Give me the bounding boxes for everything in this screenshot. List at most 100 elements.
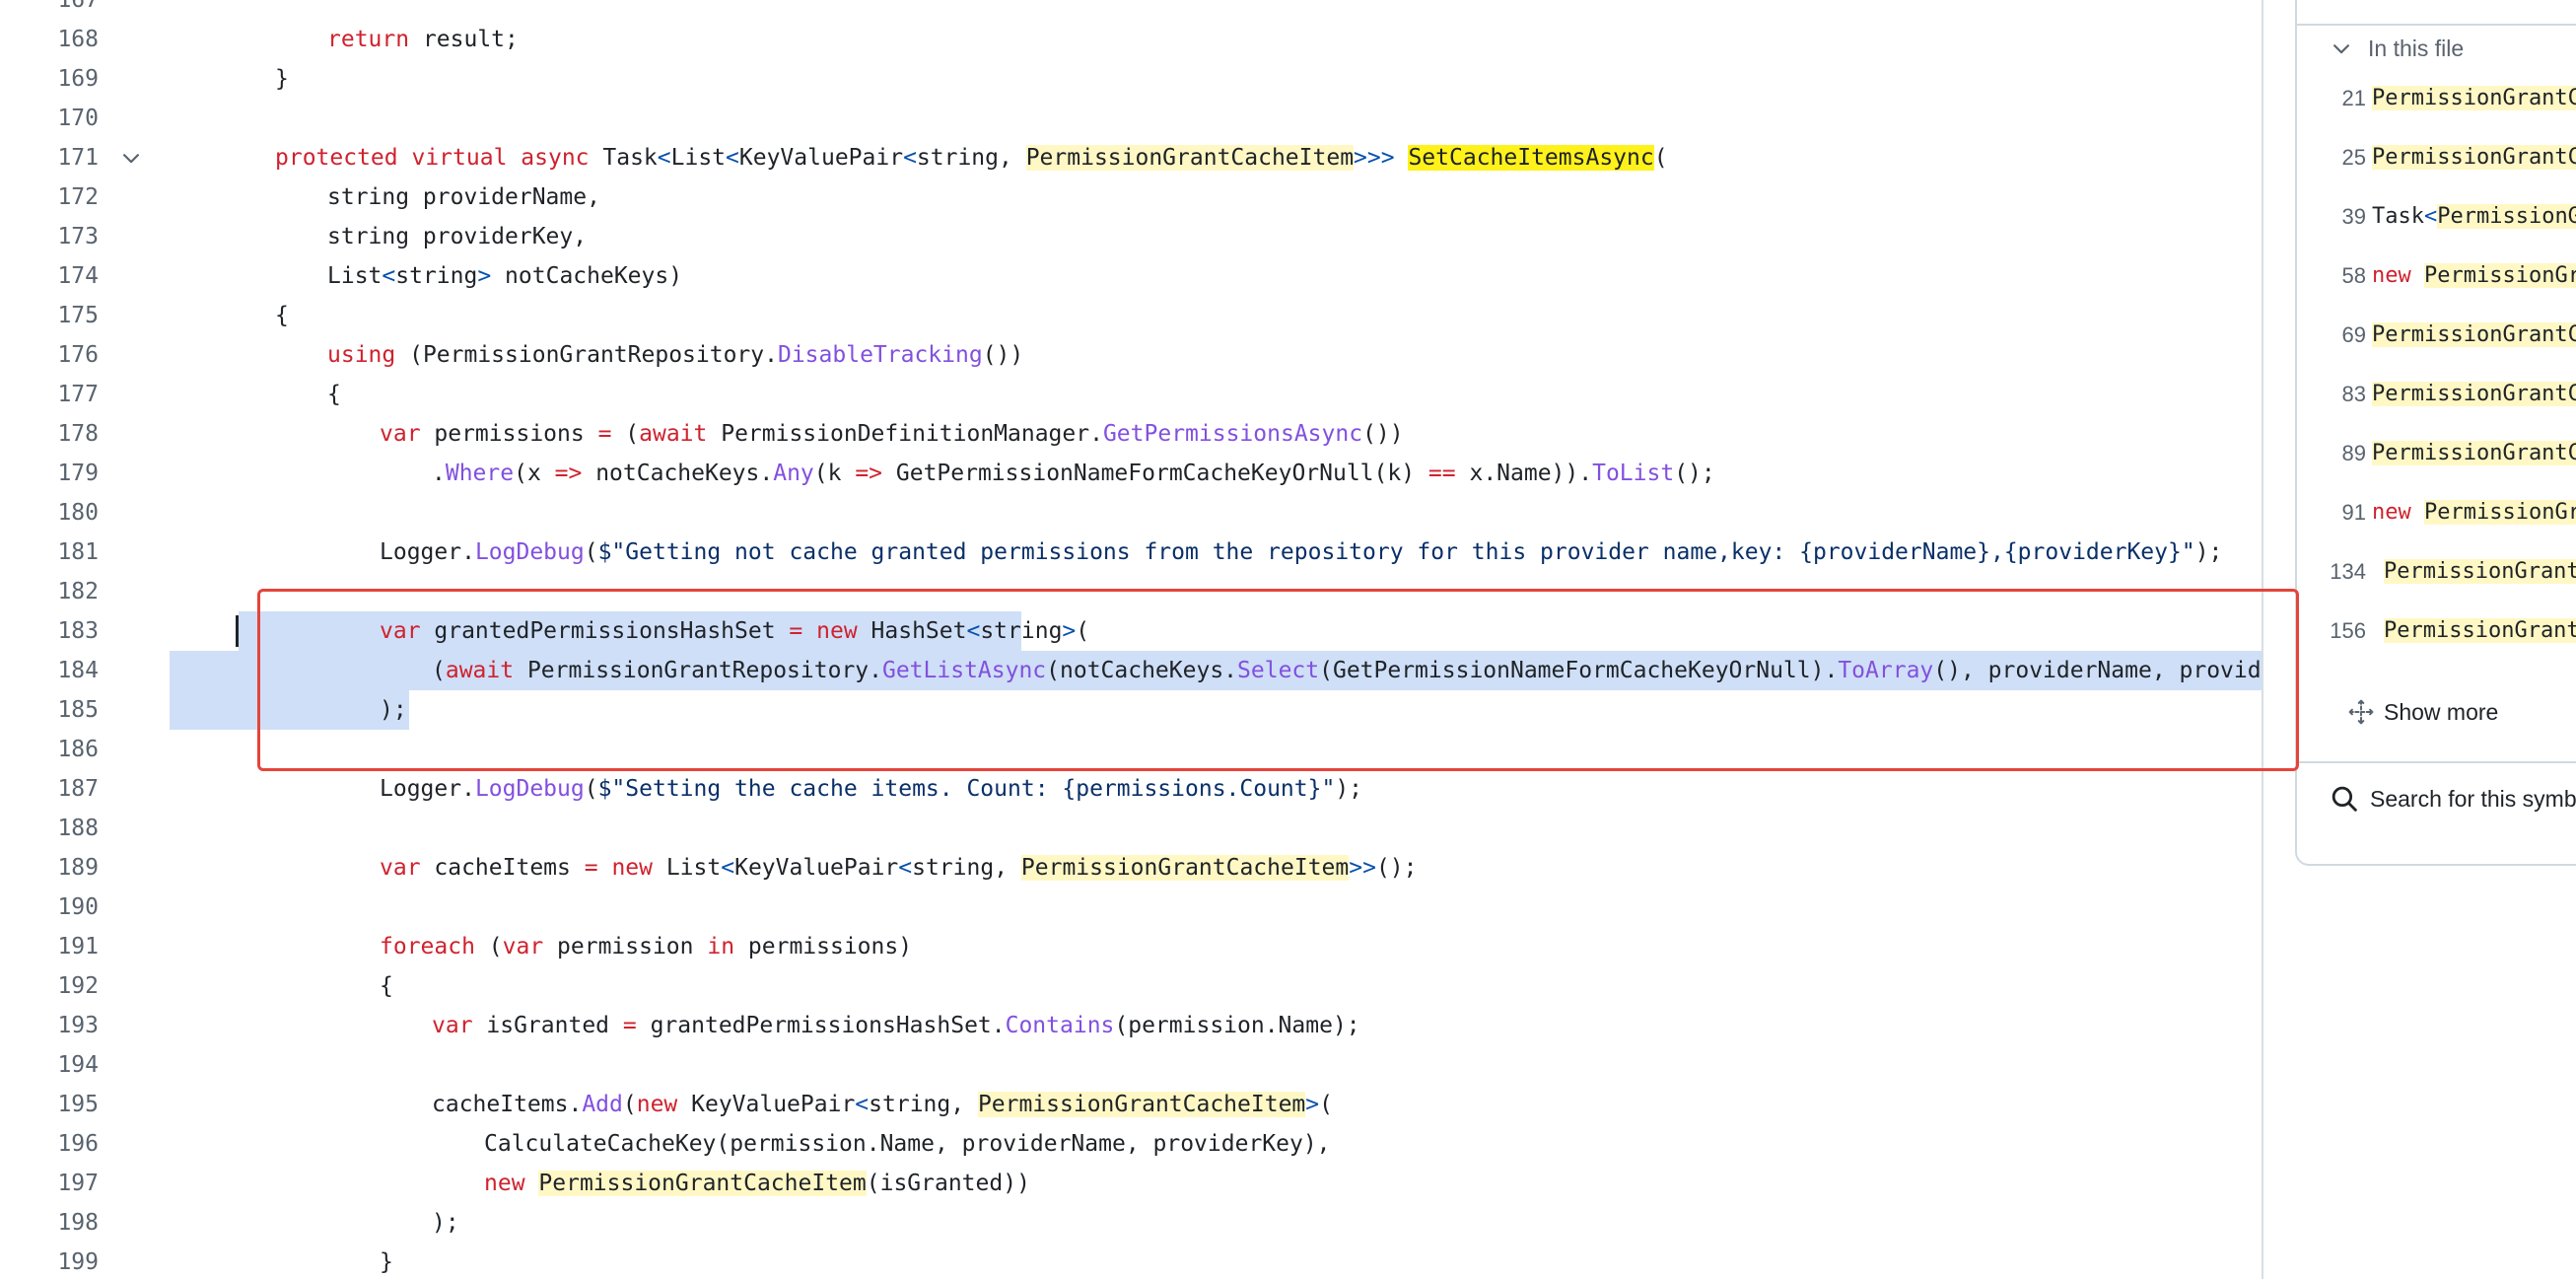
- chevron-down-icon[interactable]: [2331, 37, 2352, 59]
- code-line: 169}: [0, 59, 2263, 99]
- symbol-list-item[interactable]: 156 PermissionGrant: [2297, 611, 2576, 651]
- code-line: 180: [0, 493, 2263, 533]
- line-number[interactable]: 171: [0, 138, 99, 178]
- line-number[interactable]: 176: [0, 335, 99, 375]
- code-token: string providerKey,: [327, 224, 588, 249]
- symbol-code: new PermissionGr: [2372, 256, 2576, 296]
- code-token: isGranted: [472, 1013, 623, 1038]
- code-token: SetCacheItemsAsync: [1408, 145, 1654, 171]
- code-line: 196 CalculateCacheKey(permission.Name, pr…: [0, 1124, 2263, 1164]
- line-number[interactable]: 184: [0, 651, 99, 690]
- code-line: 194: [0, 1045, 2263, 1085]
- symbol-line-number: 69: [2341, 322, 2366, 347]
- line-number[interactable]: 173: [0, 217, 99, 256]
- code-token: List: [670, 145, 727, 171]
- symbol-list-item[interactable]: 25 PermissionGrantC: [2297, 138, 2576, 178]
- line-number[interactable]: 170: [0, 99, 99, 138]
- line-number[interactable]: 191: [0, 927, 99, 966]
- symbol-token: PermissionGrantC: [2372, 382, 2576, 406]
- line-number[interactable]: 182: [0, 572, 99, 611]
- code-line: 198);: [0, 1203, 2263, 1243]
- code-token: CalculateCacheKey(permission.Name, provi…: [484, 1131, 1331, 1157]
- code-line: 174 List<string> notCacheKeys): [0, 256, 2263, 296]
- line-number[interactable]: 188: [0, 809, 99, 848]
- code-text: }: [380, 1243, 393, 1279]
- code-token: var: [502, 934, 544, 959]
- symbol-list-item[interactable]: 91 new PermissionGr: [2297, 493, 2576, 533]
- line-number[interactable]: 175: [0, 296, 99, 335]
- line-number[interactable]: 183: [0, 611, 99, 651]
- code-token: async: [521, 145, 590, 171]
- code-token: >: [477, 263, 492, 289]
- code-token: notCacheKeys): [491, 263, 683, 289]
- symbol-list-item[interactable]: 69 PermissionGrantC: [2297, 316, 2576, 355]
- code-token: =: [584, 855, 598, 881]
- symbol-list-item[interactable]: 134 PermissionGrant: [2297, 552, 2576, 592]
- line-number[interactable]: 169: [0, 59, 99, 99]
- search-symbol-label: Search for this symb: [2370, 785, 2576, 812]
- code-token: (: [611, 421, 640, 447]
- symbols-panel-header[interactable]: In this file: [2331, 34, 2464, 63]
- line-number[interactable]: 192: [0, 966, 99, 1006]
- code-token: ==: [1427, 461, 1456, 486]
- line-number[interactable]: 195: [0, 1085, 99, 1124]
- symbol-code: Task<PermissionG: [2372, 197, 2576, 237]
- symbol-list-item[interactable]: 39 Task<PermissionG: [2297, 197, 2576, 237]
- symbols-panel-title: In this file: [2368, 35, 2465, 61]
- line-number[interactable]: 197: [0, 1164, 99, 1203]
- code-token: string,: [912, 855, 1021, 881]
- code-token: (PermissionGrantRepository.: [395, 342, 778, 368]
- line-number[interactable]: 168: [0, 20, 99, 59]
- line-number[interactable]: 194: [0, 1045, 99, 1085]
- line-number[interactable]: 190: [0, 888, 99, 927]
- code-token: =: [597, 421, 612, 447]
- symbol-token: new: [2372, 263, 2411, 288]
- code-token: (: [622, 1092, 637, 1117]
- code-token: KeyValuePair: [734, 855, 899, 881]
- code-token: (: [584, 776, 598, 802]
- symbol-list-item[interactable]: 83 PermissionGrantC: [2297, 375, 2576, 414]
- code-text: var permissions = (await PermissionDefin…: [380, 414, 1404, 454]
- line-number[interactable]: 172: [0, 178, 99, 217]
- line-number[interactable]: 174: [0, 256, 99, 296]
- code-line: 187 Logger.LogDebug($"Setting the cache i…: [0, 769, 2263, 809]
- line-number[interactable]: 199: [0, 1243, 99, 1279]
- symbol-line-number: 156: [2330, 618, 2366, 643]
- code-line: 178 var permissions = (await PermissionDe…: [0, 414, 2263, 454]
- line-number[interactable]: 178: [0, 414, 99, 454]
- code-token: KeyValuePair: [738, 145, 904, 171]
- code-token: KeyValuePair: [677, 1092, 856, 1117]
- symbol-list-item[interactable]: 89 PermissionGrantC: [2297, 434, 2576, 473]
- symbol-list-item[interactable]: 58 new PermissionGr: [2297, 256, 2576, 296]
- code-token: string providerName,: [327, 184, 600, 210]
- show-more-button[interactable]: Show more: [2348, 694, 2498, 730]
- code-text: foreach (var permission in permissions): [380, 927, 912, 966]
- code-token: (: [584, 539, 598, 565]
- line-number[interactable]: 189: [0, 848, 99, 888]
- search-symbol-button[interactable]: Search for this symb: [2331, 781, 2576, 817]
- code-line: 172 string providerName,: [0, 178, 2263, 217]
- line-number[interactable]: 187: [0, 769, 99, 809]
- code-token: Task: [589, 145, 658, 171]
- line-number[interactable]: 198: [0, 1203, 99, 1243]
- symbol-list-item[interactable]: 21 PermissionGrantC: [2297, 79, 2576, 118]
- line-number[interactable]: 185: [0, 690, 99, 730]
- line-number[interactable]: 193: [0, 1006, 99, 1045]
- line-number[interactable]: 186: [0, 730, 99, 769]
- symbol-code: PermissionGrantC: [2372, 138, 2576, 178]
- code-token: {: [380, 973, 393, 999]
- line-number[interactable]: 179: [0, 454, 99, 493]
- chevron-down-icon[interactable]: [116, 138, 146, 178]
- line-number[interactable]: 180: [0, 493, 99, 533]
- symbol-code: PermissionGrantC: [2372, 434, 2576, 473]
- code-line: 176 using (PermissionGrantRepository.Disa…: [0, 335, 2263, 375]
- line-number[interactable]: 181: [0, 533, 99, 572]
- line-number[interactable]: 177: [0, 375, 99, 414]
- line-number[interactable]: 167: [0, 0, 99, 20]
- code-token: permissions: [420, 421, 598, 447]
- symbol-token: PermissionG: [2437, 204, 2576, 229]
- line-number[interactable]: 196: [0, 1124, 99, 1164]
- code-line: 168 return result;: [0, 20, 2263, 59]
